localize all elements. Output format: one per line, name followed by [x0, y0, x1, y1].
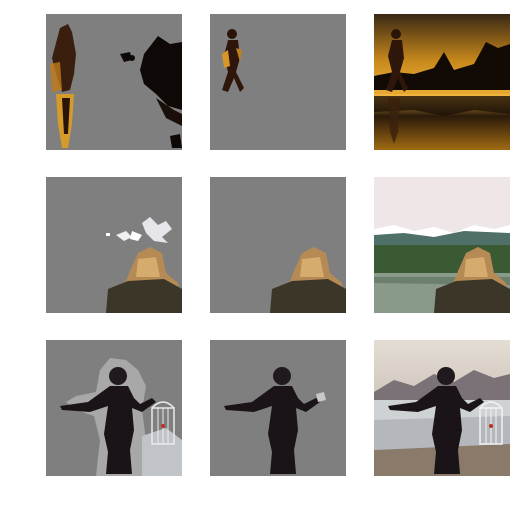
row1-refined-mask-image — [210, 14, 346, 150]
row2-rough-mask-tile — [46, 177, 182, 313]
row2-refined-mask-tile — [210, 177, 346, 313]
row2-rough-mask-image — [46, 177, 182, 313]
row1-refined-mask-tile — [210, 14, 346, 150]
image-comparison-grid — [0, 0, 520, 510]
row1-rough-mask-tile — [46, 14, 182, 150]
row3-original-photo-image — [374, 340, 510, 476]
row2-refined-mask-image — [210, 177, 346, 313]
row1-rough-mask-image — [46, 14, 182, 150]
row1-original-photo-image — [374, 14, 510, 150]
row3-original-photo-tile — [374, 340, 510, 476]
row2-original-photo-tile — [374, 177, 510, 313]
row3-refined-mask-image — [210, 340, 346, 476]
row3-rough-mask-image — [46, 340, 182, 476]
row3-rough-mask-tile — [46, 340, 182, 476]
row1-original-photo-tile — [374, 14, 510, 150]
row2-original-photo-image — [374, 177, 510, 313]
row3-refined-mask-tile — [210, 340, 346, 476]
